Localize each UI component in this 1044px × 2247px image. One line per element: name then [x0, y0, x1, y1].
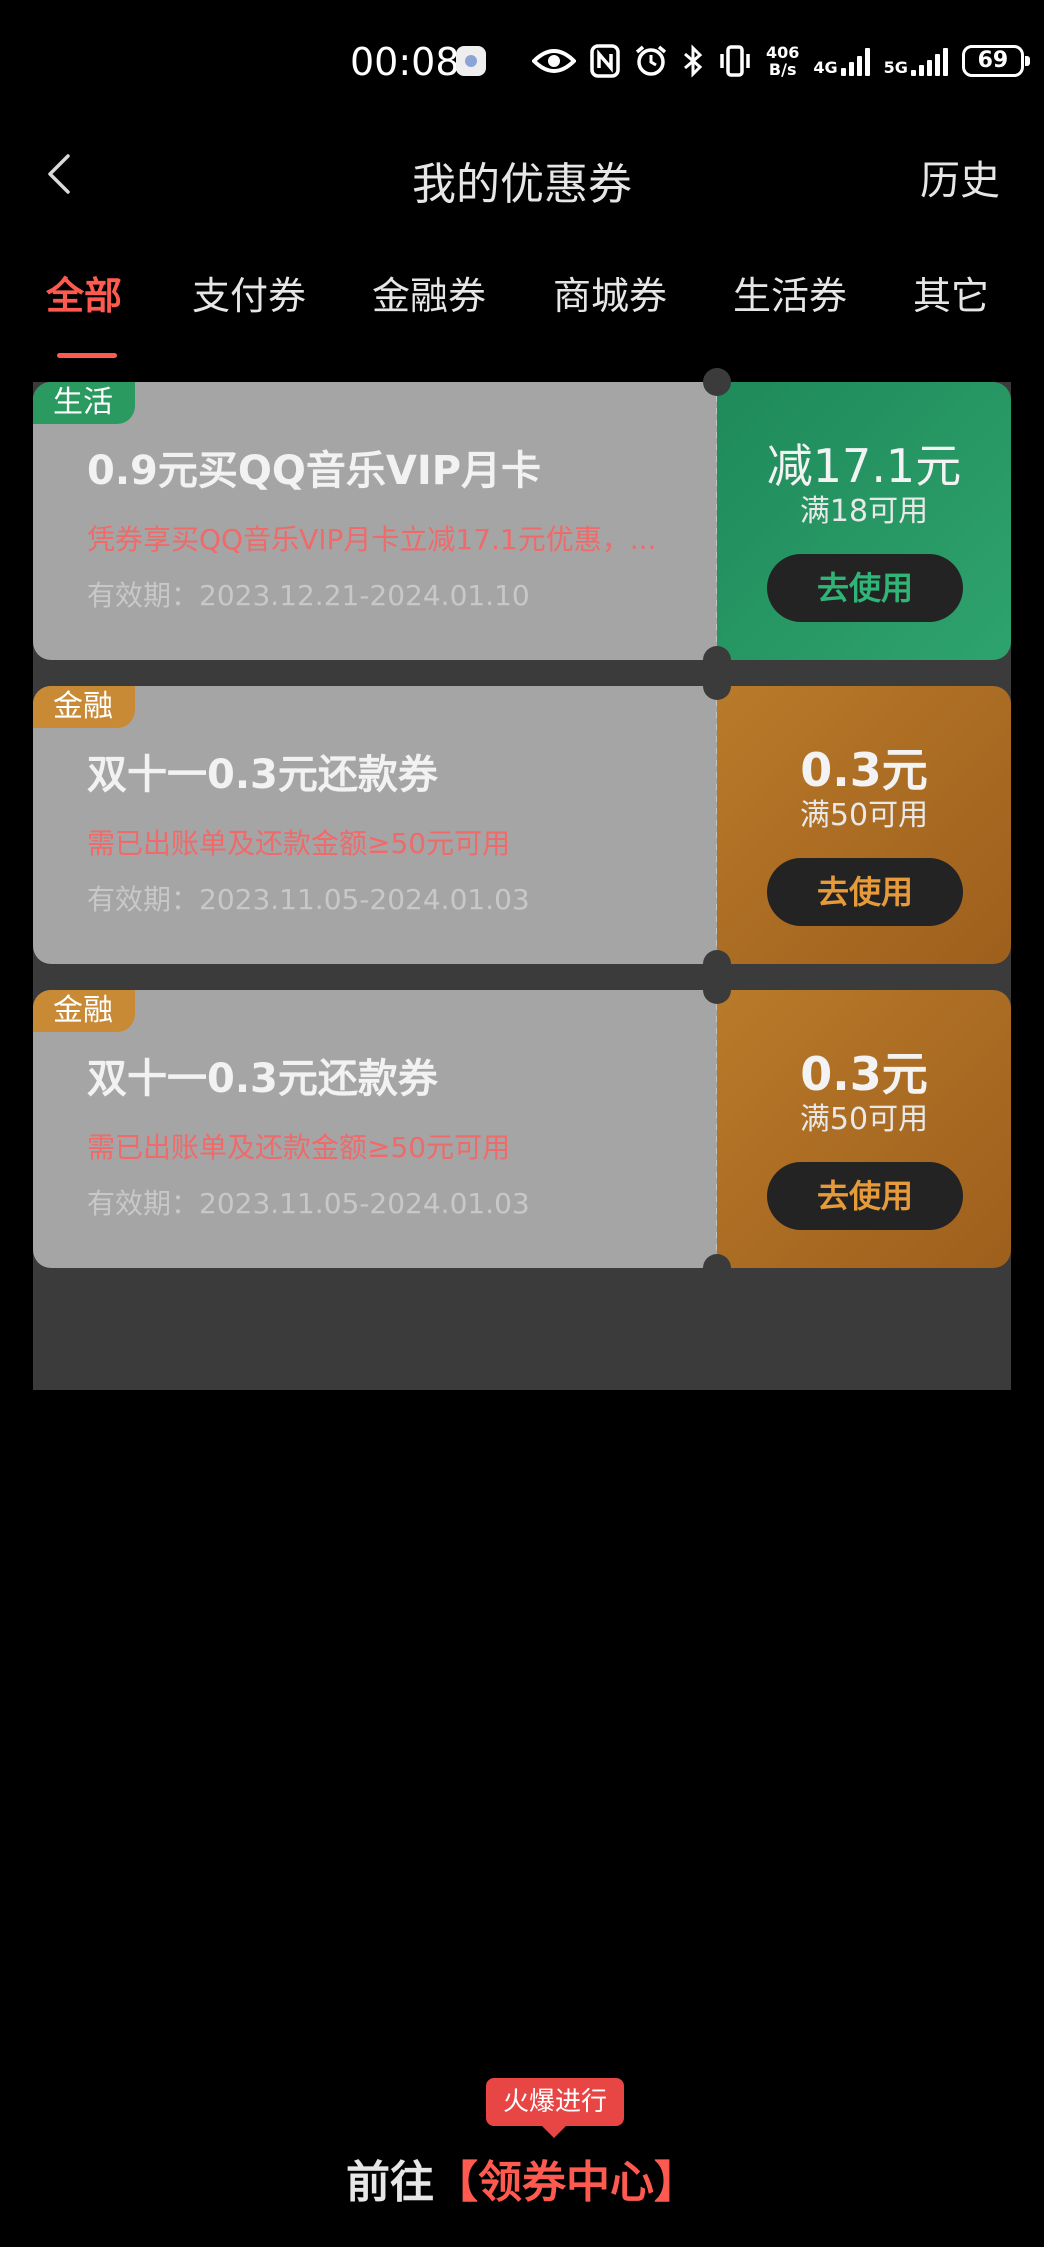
coupon-card: 生活 0.9元买QQ音乐VIP月卡 凭券享买QQ音乐VIP月卡立减17.1元优惠… — [33, 368, 1011, 674]
coupon-description: 凭券享买QQ音乐VIP月卡立减17.1元优惠，... — [87, 523, 657, 556]
tab-all[interactable]: 全部 — [46, 265, 122, 320]
page-title: 我的优惠券 — [412, 159, 632, 210]
sim1-signal: 4G — [813, 46, 870, 77]
bluetooth-icon — [684, 44, 703, 78]
coupon-info: 生活 0.9元买QQ音乐VIP月卡 凭券享买QQ音乐VIP月卡立减17.1元优惠… — [33, 382, 717, 660]
status-icons: 406 B/s 4G 5G 69 — [532, 44, 1030, 78]
coupon-center-link[interactable]: 前往【领券中心】 — [0, 2146, 1044, 2210]
tab-finance[interactable]: 金融券 — [372, 265, 486, 320]
active-tab-indicator — [57, 353, 117, 358]
coupon-tag: 金融 — [33, 686, 135, 728]
coupon-condition: 满50可用 — [799, 798, 929, 833]
coupon-info: 金融 双十一0.3元还款券 需已出账单及还款金额≥50元可用 有效期：2023.… — [33, 686, 717, 964]
coupon-tag: 金融 — [33, 990, 135, 1032]
nfc-icon — [590, 44, 620, 78]
coupon-value-panel: 0.3元 满50可用 去使用 — [717, 686, 1011, 964]
coupon-notch — [703, 1254, 731, 1282]
coupon-condition: 满50可用 — [799, 1102, 929, 1137]
goto-coupon-center[interactable]: 【领券中心】 — [434, 2157, 698, 2208]
coupon-category-tabs: 全部 支付券 金融券 商城券 生活券 其它 — [0, 265, 1044, 360]
tab-other[interactable]: 其它 — [913, 265, 989, 320]
coupon-notch — [703, 368, 731, 396]
coupon-notch — [703, 646, 731, 674]
tab-life[interactable]: 生活券 — [733, 265, 847, 320]
coupon-notch — [703, 672, 731, 700]
coupon-notch — [703, 950, 731, 978]
coupon-info: 金融 双十一0.3元还款券 需已出账单及还款金额≥50元可用 有效期：2023.… — [33, 990, 717, 1268]
alarm-icon — [635, 45, 667, 76]
use-coupon-button[interactable]: 去使用 — [767, 858, 963, 926]
sim2-signal: 5G — [884, 46, 948, 76]
coupon-title: 双十一0.3元还款券 — [87, 1056, 438, 1102]
coupon-notch — [703, 976, 731, 1004]
tab-payment[interactable]: 支付券 — [192, 265, 306, 320]
history-button[interactable]: 历史 — [920, 148, 1000, 206]
coupon-list: 生活 0.9元买QQ音乐VIP月卡 凭券享买QQ音乐VIP月卡立减17.1元优惠… — [33, 368, 1011, 1390]
status-time: 00:08 — [350, 40, 460, 84]
use-coupon-button[interactable]: 去使用 — [767, 1162, 963, 1230]
header: 我的优惠券 历史 — [0, 140, 1044, 210]
coupon-value-panel: 减17.1元 满18可用 去使用 — [717, 382, 1011, 660]
coupon-validity: 有效期：2023.12.21-2024.01.10 — [87, 579, 530, 612]
coupon-title: 0.9元买QQ音乐VIP月卡 — [87, 448, 542, 494]
coupon-title: 双十一0.3元还款券 — [87, 752, 438, 798]
signal-bars-icon — [910, 46, 948, 76]
tab-mall[interactable]: 商城券 — [553, 265, 667, 320]
network-speed: 406 B/s — [766, 44, 799, 78]
signal-bars-icon — [840, 46, 870, 76]
coupon-card: 金融 双十一0.3元还款券 需已出账单及还款金额≥50元可用 有效期：2023.… — [33, 672, 1011, 978]
goto-prefix: 前往 — [346, 2157, 434, 2208]
coupon-description: 需已出账单及还款金额≥50元可用 — [87, 827, 511, 860]
coupon-description: 需已出账单及还款金额≥50元可用 — [87, 1131, 511, 1164]
eye-icon — [532, 49, 576, 73]
coupon-validity: 有效期：2023.11.05-2024.01.03 — [87, 1187, 530, 1220]
coupon-tag: 生活 — [33, 382, 135, 424]
sim2-generation: 5G — [883, 58, 908, 77]
hot-badge: 火爆进行 — [486, 2078, 624, 2138]
battery-indicator: 69 — [961, 45, 1030, 77]
notification-app-icon — [456, 46, 486, 76]
sim1-generation: 4G — [813, 58, 838, 77]
net-speed-value: 406 — [766, 43, 800, 62]
coupon-card: 金融 双十一0.3元还款券 需已出账单及还款金额≥50元可用 有效期：2023.… — [33, 976, 1011, 1282]
net-speed-unit: B/s — [768, 60, 797, 79]
vibrate-icon — [720, 45, 750, 77]
status-bar: 00:08 406 B/s 4G 5G 69 — [0, 40, 1044, 90]
coupon-value-panel: 0.3元 满50可用 去使用 — [717, 990, 1011, 1268]
use-coupon-button[interactable]: 去使用 — [767, 554, 963, 622]
coupon-validity: 有效期：2023.11.05-2024.01.03 — [87, 883, 530, 916]
coupon-condition: 满18可用 — [799, 494, 929, 529]
